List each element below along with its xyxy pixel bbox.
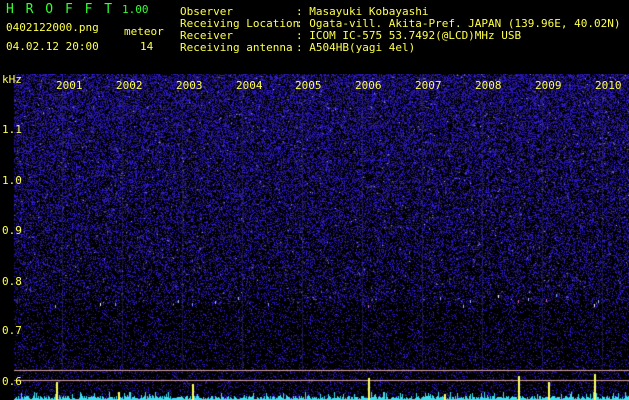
x-tick-label: 2002 [116, 79, 143, 92]
location-label: Receiving Location [180, 17, 300, 30]
x-tick-label: 2010 [595, 79, 622, 92]
image-filename: 0402122000.png [6, 21, 99, 34]
receiver-value: : ICOM IC-575 53.7492(@LCD)MHz USB [296, 29, 522, 42]
app-version: 1.00 [122, 3, 149, 16]
receiver-label: Receiver [180, 29, 233, 42]
y-axis-unit: kHz [2, 73, 22, 86]
x-tick-label: 2006 [355, 79, 382, 92]
x-tick-label: 2004 [236, 79, 263, 92]
x-tick-label: 2008 [475, 79, 502, 92]
app-name: H R O F F T [6, 2, 115, 17]
x-tick-label: 2003 [176, 79, 203, 92]
antenna-value: : A504HB(yagi 4el) [296, 41, 416, 54]
spectrogram-canvas [0, 74, 629, 400]
antenna-label: Receiving antenna [180, 41, 293, 54]
y-tick-label: 0.9 [2, 224, 22, 237]
y-tick-label: 1.0 [2, 174, 22, 187]
y-tick-label: 0.6 [2, 375, 22, 388]
x-tick-label: 2007 [415, 79, 442, 92]
y-tick-label: 0.8 [2, 275, 22, 288]
x-tick-label: 2009 [535, 79, 562, 92]
y-tick-label: 0.7 [2, 324, 22, 337]
location-value: : Ogata-vill. Akita-Pref. JAPAN (139.96E… [296, 17, 621, 30]
observation-datetime: 04.02.12 20:00 [6, 40, 99, 53]
meteor-label: meteor [124, 25, 164, 38]
y-tick-label: 1.1 [2, 123, 22, 136]
observer-value: : Masayuki Kobayashi [296, 5, 429, 18]
meteor-count: 14 [140, 40, 154, 53]
x-tick-label: 2001 [56, 79, 83, 92]
x-tick-label: 2005 [295, 79, 322, 92]
observer-label: Observer [180, 5, 233, 18]
hrofft-window: H R O F F T 1.00 0402122000.png meteor 0… [0, 0, 629, 400]
